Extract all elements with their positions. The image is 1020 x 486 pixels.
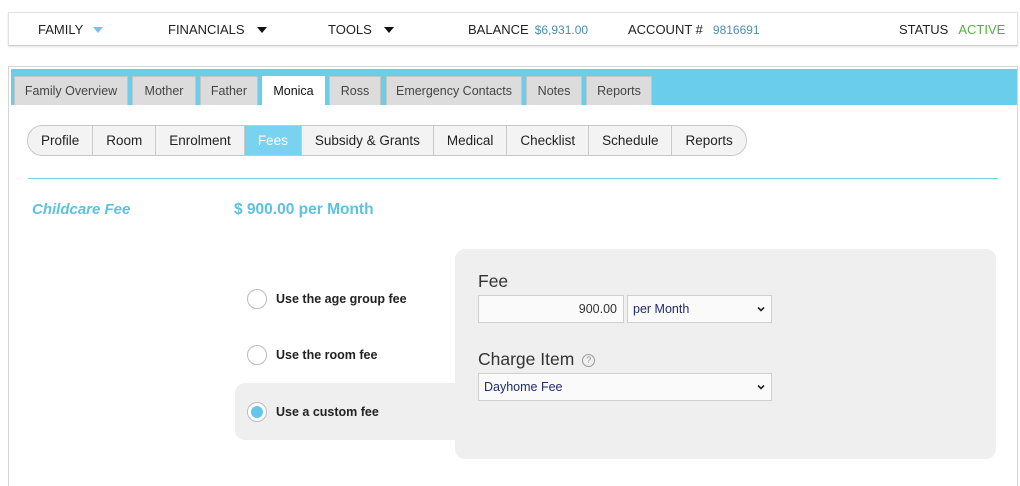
tools-menu[interactable]: TOOLS — [328, 22, 394, 37]
top-navigation-bar: FAMILY FINANCIALS TOOLS BALANCE $6,931.0… — [8, 12, 1018, 46]
subtab-room[interactable]: Room — [93, 126, 157, 155]
section-tab-group: Profile Room Enrolment Fees Subsidy & Gr… — [27, 125, 747, 156]
status-display: STATUS ACTIVE — [899, 22, 1005, 37]
chevron-down-icon — [256, 26, 267, 33]
charge-item-value: Dayhome Fee — [484, 380, 563, 394]
charge-item-heading: Charge Item? — [478, 349, 596, 370]
custom-fee-radio[interactable] — [247, 401, 267, 422]
account-display: ACCOUNT # 9816691 — [628, 22, 760, 37]
fee-amount-input[interactable]: 900.00 — [478, 295, 624, 323]
financials-menu-label: FINANCIALS — [168, 22, 245, 37]
custom-fee-label: Use a custom fee — [276, 404, 379, 419]
subtab-fees[interactable]: Fees — [244, 126, 302, 155]
balance-display: BALANCE $6,931.00 — [468, 22, 588, 37]
tab-monica[interactable]: Monica — [262, 76, 325, 105]
custom-fee-form: Fee 900.00 per Month Charge Item? Dayhom… — [455, 249, 996, 459]
room-fee-option[interactable]: Use the room fee — [235, 327, 460, 383]
tab-reports[interactable]: Reports — [586, 76, 652, 105]
fee-title: Childcare Fee — [32, 201, 131, 218]
help-icon[interactable]: ? — [582, 353, 596, 367]
chevron-down-icon — [757, 306, 765, 312]
subtab-medical[interactable]: Medical — [433, 126, 508, 155]
status-label: STATUS — [899, 22, 949, 37]
fee-amount: $ 900.00 per Month — [234, 201, 374, 218]
room-fee-label: Use the room fee — [276, 348, 378, 362]
tab-father[interactable]: Father — [200, 76, 258, 105]
subtab-reports[interactable]: Reports — [672, 126, 746, 155]
main-panel: Family Overview Mother Father Monica Ros… — [8, 66, 1018, 486]
subtab-enrolment[interactable]: Enrolment — [156, 126, 245, 155]
tab-notes[interactable]: Notes — [526, 76, 582, 105]
status-badge: ACTIVE — [958, 22, 1006, 37]
person-tab-bar: Family Overview Mother Father Monica Ros… — [11, 69, 1017, 105]
age-group-fee-radio[interactable] — [247, 289, 267, 309]
tools-menu-label: TOOLS — [328, 22, 372, 37]
family-menu-label: FAMILY — [38, 22, 84, 37]
age-group-fee-option[interactable]: Use the age group fee — [235, 271, 460, 327]
fee-period-value: per Month — [633, 302, 690, 316]
tab-mother[interactable]: Mother — [132, 76, 196, 105]
custom-fee-option[interactable]: Use a custom fee — [235, 383, 460, 440]
subtab-schedule[interactable]: Schedule — [589, 126, 673, 155]
financials-menu[interactable]: FINANCIALS — [168, 22, 267, 37]
charge-item-label: Charge Item — [478, 349, 575, 369]
account-label: ACCOUNT # — [628, 22, 703, 37]
family-menu[interactable]: FAMILY — [38, 22, 104, 37]
subtab-subsidy-grants[interactable]: Subsidy & Grants — [301, 126, 434, 155]
subtab-checklist[interactable]: Checklist — [507, 126, 590, 155]
chevron-down-icon — [757, 384, 765, 390]
section-divider — [28, 178, 998, 179]
tab-ross[interactable]: Ross — [329, 76, 381, 105]
balance-value[interactable]: $6,931.00 — [535, 23, 588, 37]
fee-period-select[interactable]: per Month — [627, 295, 772, 323]
tab-family-overview[interactable]: Family Overview — [14, 76, 128, 105]
fee-label: Fee — [478, 271, 509, 291]
account-value[interactable]: 9816691 — [713, 23, 760, 37]
balance-label: BALANCE — [468, 22, 529, 37]
room-fee-radio[interactable] — [247, 345, 267, 365]
subtab-profile[interactable]: Profile — [28, 126, 94, 155]
radio-selected-dot — [251, 405, 263, 418]
age-group-fee-label: Use the age group fee — [276, 292, 407, 306]
chevron-down-icon — [383, 26, 394, 33]
charge-item-select[interactable]: Dayhome Fee — [478, 373, 772, 401]
chevron-down-icon — [93, 26, 104, 33]
tab-emergency-contacts[interactable]: Emergency Contacts — [386, 76, 522, 105]
